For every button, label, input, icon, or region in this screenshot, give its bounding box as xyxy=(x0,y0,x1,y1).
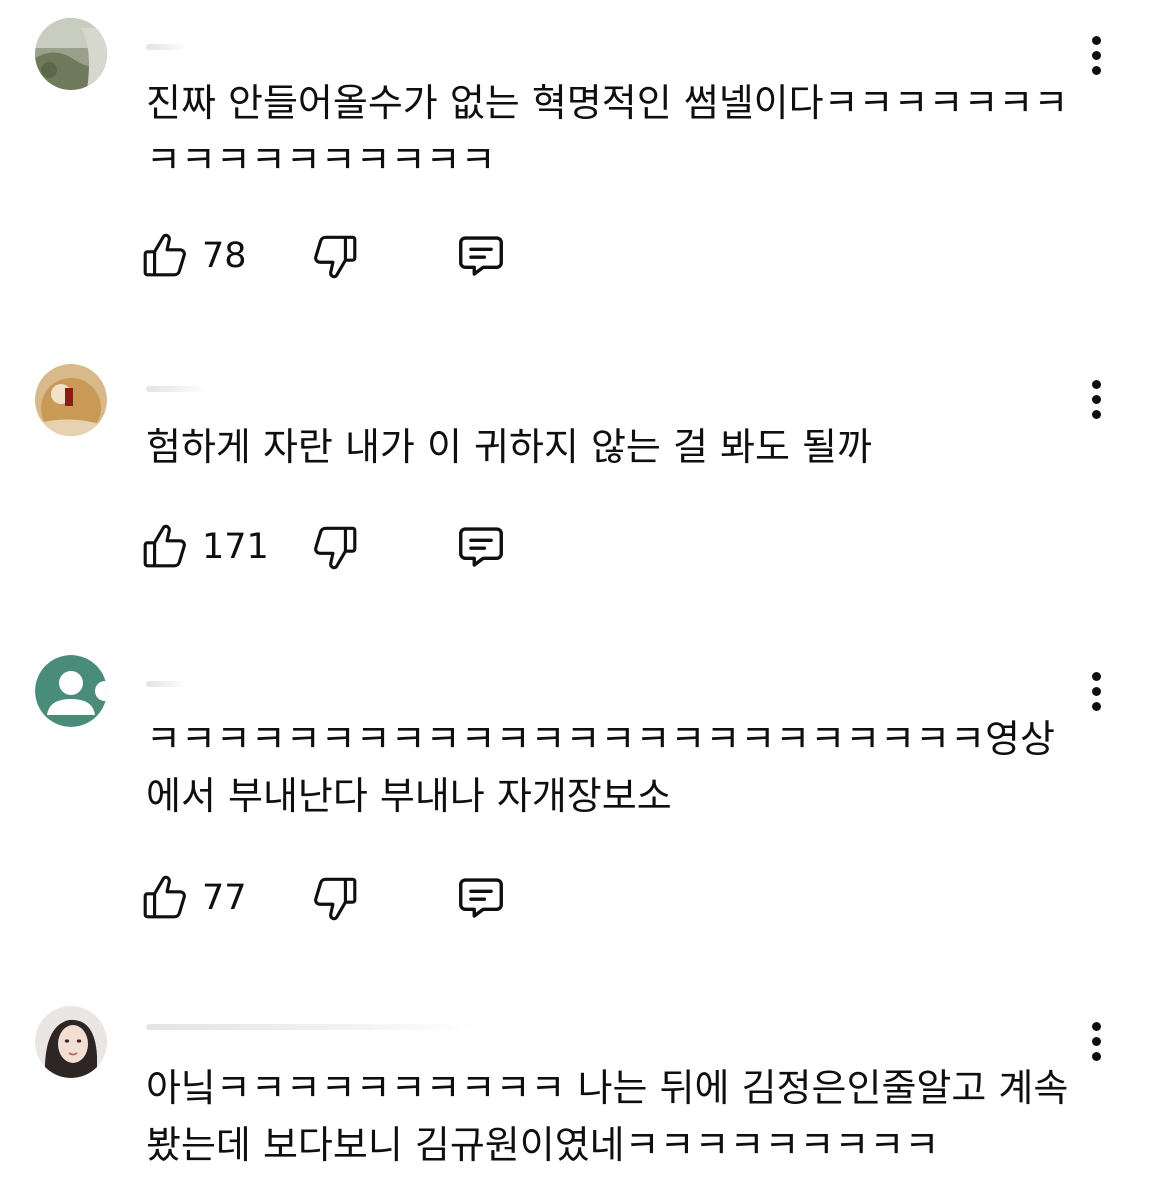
comment-icon xyxy=(459,878,503,918)
dislike-button[interactable] xyxy=(310,517,360,577)
comment-text: 아닠ㅋㅋㅋㅋㅋㅋㅋㅋㅋㅋ 나는 뒤에 김정은인줄알고 계속 봤는데 보다보니 김… xyxy=(146,1066,1069,1167)
reply-button[interactable] xyxy=(454,868,508,928)
like-button[interactable]: 78 xyxy=(140,226,247,286)
like-count: 78 xyxy=(202,236,247,276)
like-button[interactable]: 77 xyxy=(140,868,247,928)
author-name[interactable] xyxy=(146,1024,476,1030)
more-options-button[interactable] xyxy=(1084,1022,1110,1062)
more-options-button[interactable] xyxy=(1084,672,1110,712)
comment-icon xyxy=(459,236,503,276)
comment-actions: 77 xyxy=(140,868,540,928)
author-name[interactable] xyxy=(146,44,186,50)
more-options-button[interactable] xyxy=(1084,380,1110,420)
comment-actions: 171 xyxy=(140,517,540,577)
more-vertical-icon xyxy=(1092,1022,1101,1031)
like-count: 171 xyxy=(202,527,269,567)
more-vertical-icon xyxy=(1092,380,1101,389)
thumbs-up-icon xyxy=(143,233,186,277)
thumbs-down-icon xyxy=(314,877,357,921)
reply-button[interactable] xyxy=(454,226,508,286)
avatar[interactable] xyxy=(35,1006,107,1078)
thumbs-down-icon xyxy=(314,235,357,279)
avatar[interactable] xyxy=(35,364,107,436)
avatar[interactable] xyxy=(35,655,107,727)
author-name[interactable] xyxy=(146,681,186,687)
comment-text: 험하게 자란 내가 이 귀하지 않는 걸 봐도 될까 xyxy=(146,425,872,469)
like-button[interactable]: 171 xyxy=(140,517,269,577)
more-vertical-icon xyxy=(1092,36,1101,45)
comment-actions: 78 xyxy=(140,226,540,286)
thumbs-down-icon xyxy=(314,526,357,570)
comment-text: 진짜 안들어올수가 없는 혁명적인 썸넬이다ㅋㅋㅋㅋㅋㅋㅋㅋㅋㅋㅋㅋㅋㅋㅋㅋㅋ xyxy=(146,81,1069,182)
comment-text: ㅋㅋㅋㅋㅋㅋㅋㅋㅋㅋㅋㅋㅋㅋㅋㅋㅋㅋㅋㅋㅋㅋㅋㅋ영상에서 부내난다 부내나 자개… xyxy=(146,717,1055,818)
thumbs-up-icon xyxy=(143,524,186,568)
more-vertical-icon xyxy=(1092,672,1101,681)
author-name[interactable] xyxy=(146,386,206,392)
more-options-button[interactable] xyxy=(1084,36,1110,76)
dislike-button[interactable] xyxy=(310,226,360,286)
dislike-button[interactable] xyxy=(310,868,360,928)
thumbs-up-icon xyxy=(143,875,186,919)
avatar[interactable] xyxy=(35,18,107,90)
like-count: 77 xyxy=(202,878,247,918)
reply-button[interactable] xyxy=(454,517,508,577)
comment-icon xyxy=(459,527,503,567)
